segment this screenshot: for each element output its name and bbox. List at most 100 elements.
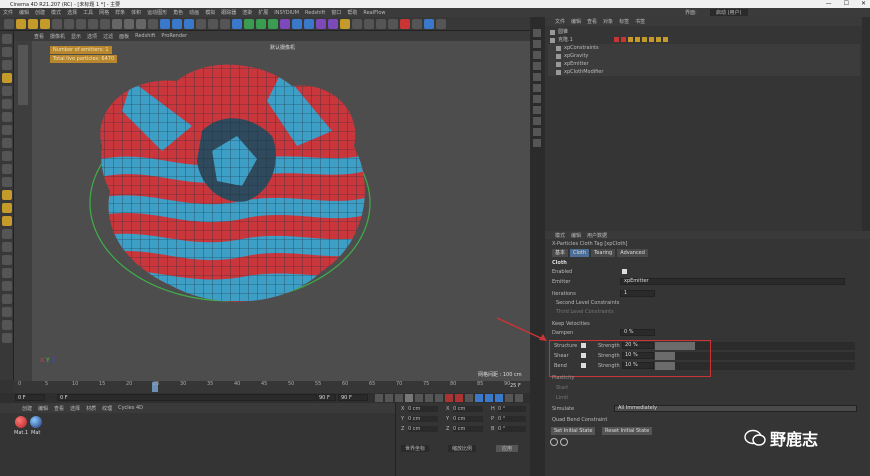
mode-tool-icon[interactable]: [2, 73, 12, 83]
next-frame-icon[interactable]: [415, 394, 423, 402]
viewport-menu-item[interactable]: 显示: [71, 33, 81, 40]
menu-item[interactable]: 扩展: [258, 9, 268, 16]
record-icon[interactable]: [445, 394, 453, 402]
material-menu-item[interactable]: 创建: [22, 405, 32, 412]
coord-rotation-field[interactable]: 0 °: [498, 426, 526, 432]
object-menu-item[interactable]: 文件: [555, 18, 565, 25]
prev-key-icon[interactable]: [385, 394, 393, 402]
attribute-menu-item[interactable]: 用户数据: [587, 232, 607, 239]
toolbar-tool-icon[interactable]: [316, 19, 326, 29]
menu-item[interactable]: Redshift: [305, 10, 325, 16]
menu-item[interactable]: 样条: [115, 9, 125, 16]
mode-tool-icon[interactable]: [2, 229, 12, 239]
mode-tool-icon[interactable]: [2, 242, 12, 252]
toolbar-tool-icon[interactable]: [184, 19, 194, 29]
enabled-checkbox[interactable]: [622, 269, 627, 274]
object-row[interactable]: 圆锥: [548, 28, 860, 36]
object-row[interactable]: xpConstraints: [548, 44, 860, 52]
menu-item[interactable]: 渲染: [242, 9, 252, 16]
toolbar-tool-icon[interactable]: [160, 19, 170, 29]
timeline[interactable]: 25 F 0 5 10 15 20 25 30 35 40 45 50 55 60 65 70 75 80 85 9…: [14, 381, 530, 393]
first-frame-icon[interactable]: [375, 394, 383, 402]
tag-icon[interactable]: [649, 37, 654, 42]
tag-icon[interactable]: [628, 37, 633, 42]
viewport-menu-item[interactable]: 查看: [34, 33, 44, 40]
material-menu-item[interactable]: 材质: [86, 405, 96, 412]
tag-icon[interactable]: [635, 37, 640, 42]
toolbar-tool-icon[interactable]: [292, 19, 302, 29]
toolbar-tool-icon[interactable]: [340, 19, 350, 29]
menu-item[interactable]: 选择: [67, 9, 77, 16]
coord-rotation-field[interactable]: 0 °: [498, 416, 526, 422]
viewport-menu-item[interactable]: Redshift: [135, 33, 155, 39]
help-icon[interactable]: [550, 438, 558, 446]
toolbar-tool-icon[interactable]: [40, 19, 50, 29]
attribute-menu-item[interactable]: 编辑: [571, 232, 581, 239]
tag-icon[interactable]: [656, 37, 661, 42]
toolbar-tool-icon[interactable]: [232, 19, 242, 29]
view-tool-icon[interactable]: [533, 106, 541, 114]
mode-tool-icon[interactable]: [2, 99, 12, 109]
attribute-tab[interactable]: Advanced: [617, 249, 648, 257]
coord-position-field[interactable]: 0 cm: [408, 406, 438, 412]
viewport-menu-item[interactable]: 摄像机: [50, 33, 65, 40]
autokey-icon[interactable]: [455, 394, 463, 402]
coord-size-field[interactable]: 0 cm: [453, 426, 483, 432]
mode-tool-icon[interactable]: [2, 112, 12, 122]
toolbar-tool-icon[interactable]: [328, 19, 338, 29]
toolbar-tool-icon[interactable]: [172, 19, 182, 29]
toolbar-tool-icon[interactable]: [100, 19, 110, 29]
mode-tool-icon[interactable]: [2, 190, 12, 200]
toolbar-tool-icon[interactable]: [4, 19, 14, 29]
view-tool-icon[interactable]: [533, 40, 541, 48]
toolbar-tool-icon[interactable]: [268, 19, 278, 29]
reset-initial-state-button[interactable]: Reset Initial State: [602, 427, 653, 435]
toolbar-tool-icon[interactable]: [412, 19, 422, 29]
menu-item[interactable]: 体积: [131, 9, 141, 16]
tag-icon[interactable]: [621, 37, 626, 42]
toolbar-tool-icon[interactable]: [220, 19, 230, 29]
mode-tool-icon[interactable]: [2, 60, 12, 70]
toolbar-tool-icon[interactable]: [400, 19, 410, 29]
mode-tool-icon[interactable]: [2, 281, 12, 291]
view-tool-icon[interactable]: [533, 51, 541, 59]
mode-tool-icon[interactable]: [2, 216, 12, 226]
menu-item[interactable]: 模拟: [205, 9, 215, 16]
material-menu-item[interactable]: 选择: [70, 405, 80, 412]
coord-rotation-field[interactable]: 0 °: [498, 406, 526, 412]
mode-tool-icon[interactable]: [2, 125, 12, 135]
menu-item[interactable]: 工具: [83, 9, 93, 16]
emitter-field[interactable]: xpEmitter: [620, 278, 845, 285]
mode-tool-icon[interactable]: [2, 151, 12, 161]
material-red-swatch[interactable]: [15, 416, 27, 428]
toolbar-tool-icon[interactable]: [424, 19, 434, 29]
toolbar-tool-icon[interactable]: [364, 19, 374, 29]
object-menu-item[interactable]: 编辑: [571, 18, 581, 25]
object-menu-item[interactable]: 对象: [603, 18, 613, 25]
layout-select[interactable]: 启动 (用户): [710, 9, 748, 16]
toolbar-tool-icon[interactable]: [112, 19, 122, 29]
menu-item[interactable]: 运动图形: [147, 9, 167, 16]
move-key-icon[interactable]: [475, 394, 483, 402]
mode-tool-icon[interactable]: [2, 203, 12, 213]
refresh-icon[interactable]: [560, 438, 568, 446]
menu-item[interactable]: 文件: [3, 9, 13, 16]
view-tool-icon[interactable]: [533, 128, 541, 136]
menu-item[interactable]: 动画: [189, 9, 199, 16]
toolbar-tool-icon[interactable]: [376, 19, 386, 29]
material-menu-item[interactable]: 查看: [54, 405, 64, 412]
coord-position-field[interactable]: 0 cm: [408, 416, 438, 422]
dampen-field[interactable]: 0 %: [620, 329, 655, 336]
mode-tool-icon[interactable]: [2, 307, 12, 317]
coord-apply-button[interactable]: 应用: [496, 445, 519, 452]
object-row[interactable]: 克隆.1: [548, 36, 860, 44]
toolbar-tool-icon[interactable]: [436, 19, 446, 29]
toolbar-tool-icon[interactable]: [16, 19, 26, 29]
attribute-tab[interactable]: 基本: [552, 249, 569, 257]
mode-tool-icon[interactable]: [2, 177, 12, 187]
maximize-icon[interactable]: ☐: [844, 0, 849, 7]
pla-key-icon[interactable]: [515, 394, 523, 402]
coord-size-field[interactable]: 0 cm: [453, 416, 483, 422]
menu-item[interactable]: 创建: [35, 9, 45, 16]
menu-item[interactable]: 模式: [51, 9, 61, 16]
